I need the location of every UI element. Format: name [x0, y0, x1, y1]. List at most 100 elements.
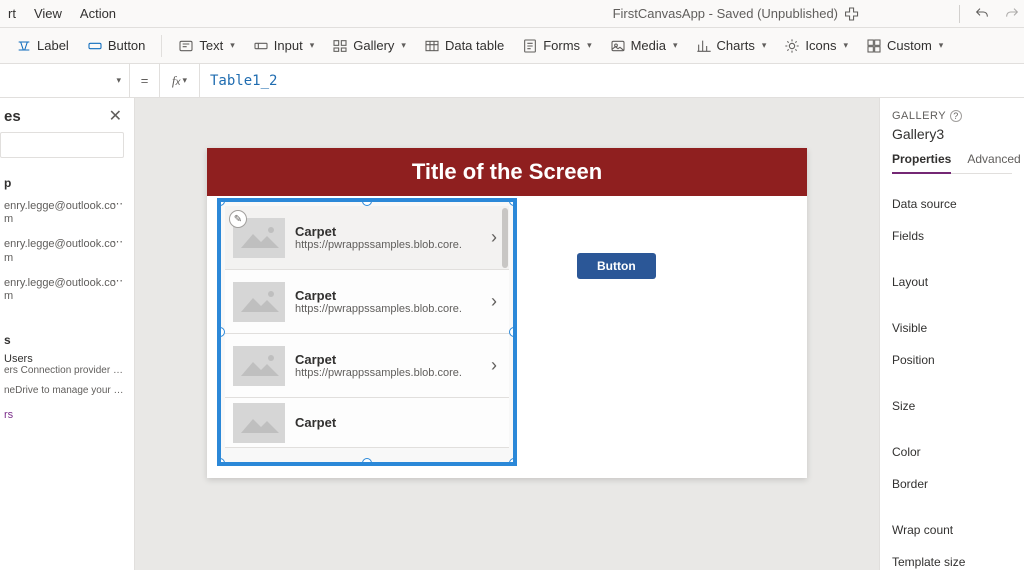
ribbon-datatable[interactable]: Data table [418, 34, 510, 58]
scrollbar[interactable] [501, 206, 509, 458]
health-icon[interactable] [844, 6, 860, 22]
resize-handle[interactable] [509, 198, 517, 206]
ribbon-label[interactable]: Label [10, 34, 75, 58]
document-status: FirstCanvasApp - Saved (Unpublished) [613, 6, 860, 22]
chevron-down-icon: ▾ [939, 40, 944, 51]
chevron-down-icon: ▾ [310, 40, 315, 51]
canvas-button[interactable]: Button [577, 253, 656, 279]
gallery-item-title: Carpet [295, 352, 481, 367]
gallery-item-subtitle: https://pwrappssamples.blob.core. [295, 303, 481, 315]
resize-handle[interactable] [217, 458, 225, 466]
gallery-row[interactable]: Carpethttps://pwrappssamples.blob.core. … [225, 334, 509, 398]
edit-template-icon[interactable]: ✎ [229, 210, 247, 228]
screen-title: Title of the Screen [207, 148, 807, 196]
ribbon-custom[interactable]: Custom▾ [860, 34, 949, 58]
prop-template-size[interactable]: Template size [892, 546, 1012, 570]
chevron-down-icon: ▾ [587, 40, 592, 51]
ribbon-charts[interactable]: Charts▾ [690, 34, 773, 58]
gallery-row[interactable]: Carpethttps://pwrappssamples.blob.core. … [225, 270, 509, 334]
connector-users-desc: ers Connection provider lets you … [0, 365, 128, 385]
more-icon[interactable]: ⋯ [112, 198, 124, 211]
ribbon-input[interactable]: Input▾ [247, 34, 320, 58]
screen[interactable]: Title of the Screen Button ✎ Carpethttps… [207, 148, 807, 478]
data-item[interactable]: enry.legge@outlook.com⋯ [0, 194, 128, 232]
prop-wrap-count[interactable]: Wrap count [892, 514, 1012, 546]
chevron-down-icon: ▾ [843, 40, 848, 51]
label-icon [16, 38, 32, 54]
panel-title: es [4, 108, 21, 125]
button-icon [87, 38, 103, 54]
control-kind: GALLERY? [892, 110, 1012, 122]
gallery-item-title: Carpet [295, 288, 481, 303]
text-icon [178, 38, 194, 54]
prop-visible[interactable]: Visible [892, 312, 1012, 344]
chevron-right-icon[interactable]: › [491, 355, 501, 376]
canvas-area[interactable]: Title of the Screen Button ✎ Carpethttps… [135, 98, 879, 570]
fx-button[interactable]: fx▾ [160, 64, 200, 97]
menu-insert[interactable]: rt [8, 6, 16, 21]
chevron-down-icon: ▾ [183, 75, 188, 86]
property-dropdown[interactable]: ▾ [0, 64, 130, 97]
document-status-text: FirstCanvasApp - Saved (Unpublished) [613, 6, 838, 21]
help-icon[interactable]: ? [950, 110, 962, 122]
connector-users[interactable]: Users [0, 351, 128, 365]
gallery-row[interactable]: ✎ Carpethttps://pwrappssamples.blob.core… [225, 206, 509, 270]
main-area: es ✕ p enry.legge@outlook.com⋯ enry.legg… [0, 98, 1024, 570]
ribbon-button[interactable]: Button [81, 34, 152, 58]
icons-icon [784, 38, 800, 54]
tab-advanced[interactable]: Advanced [967, 152, 1020, 173]
ribbon-icons[interactable]: Icons▾ [778, 34, 854, 58]
prop-size[interactable]: Size [892, 390, 1012, 422]
gallery-icon [332, 38, 348, 54]
chevron-right-icon[interactable]: › [491, 291, 501, 312]
resize-handle[interactable] [509, 327, 517, 337]
resize-handle[interactable] [217, 198, 225, 206]
forms-icon [522, 38, 538, 54]
prop-color[interactable]: Color [892, 436, 1012, 468]
chevron-down-icon: ▾ [673, 40, 678, 51]
connectors-link[interactable]: rs [0, 405, 128, 425]
chevron-down-icon: ▾ [116, 75, 121, 86]
gallery-control[interactable]: ✎ Carpethttps://pwrappssamples.blob.core… [217, 198, 517, 466]
data-item[interactable]: enry.legge@outlook.com⋯ [0, 271, 128, 309]
custom-icon [866, 38, 882, 54]
ribbon-forms[interactable]: Forms▾ [516, 34, 597, 58]
control-name[interactable]: Gallery3 [892, 126, 1012, 142]
gallery-row[interactable]: Carpet [225, 398, 509, 448]
menu-view[interactable]: View [34, 6, 62, 21]
undo-icon[interactable] [974, 6, 990, 22]
data-item[interactable]: enry.legge@outlook.com⋯ [0, 232, 128, 270]
ribbon-gallery[interactable]: Gallery▾ [326, 34, 412, 58]
equals-label: = [130, 64, 160, 97]
data-search-input[interactable] [0, 132, 124, 158]
connector-onedrive-desc: neDrive to manage your files. Yo… [0, 385, 128, 405]
prop-layout[interactable]: Layout [892, 266, 1012, 298]
data-group: p [0, 172, 128, 194]
resize-handle[interactable] [509, 458, 517, 466]
menu-action[interactable]: Action [80, 6, 116, 21]
more-icon[interactable]: ⋯ [112, 275, 124, 288]
resize-handle[interactable] [217, 327, 225, 337]
redo-icon[interactable] [1004, 6, 1020, 22]
chevron-right-icon[interactable]: › [491, 227, 501, 248]
resize-handle[interactable] [362, 198, 372, 206]
tab-properties[interactable]: Properties [892, 152, 951, 174]
chevron-down-icon: ▾ [230, 40, 235, 51]
formula-input[interactable]: Table1_2 [200, 64, 1024, 97]
prop-position[interactable]: Position [892, 344, 1012, 376]
prop-data-source[interactable]: Data source [892, 188, 1012, 220]
menu-bar: rt View Action [8, 6, 116, 21]
resize-handle[interactable] [362, 458, 372, 466]
prop-fields[interactable]: Fields [892, 220, 1012, 252]
ribbon-text[interactable]: Text▾ [172, 34, 240, 58]
image-placeholder-icon [233, 346, 285, 386]
title-bar: rt View Action FirstCanvasApp - Saved (U… [0, 0, 1024, 28]
ribbon-media[interactable]: Media▾ [604, 34, 684, 58]
more-icon[interactable]: ⋯ [112, 236, 124, 249]
formula-bar: ▾ = fx▾ Table1_2 [0, 64, 1024, 98]
close-icon[interactable]: ✕ [109, 106, 122, 126]
prop-border[interactable]: Border [892, 468, 1012, 500]
gallery-item-title: Carpet [295, 415, 501, 430]
titlebar-right [959, 5, 1020, 23]
gallery-item-subtitle: https://pwrappssamples.blob.core. [295, 367, 481, 379]
